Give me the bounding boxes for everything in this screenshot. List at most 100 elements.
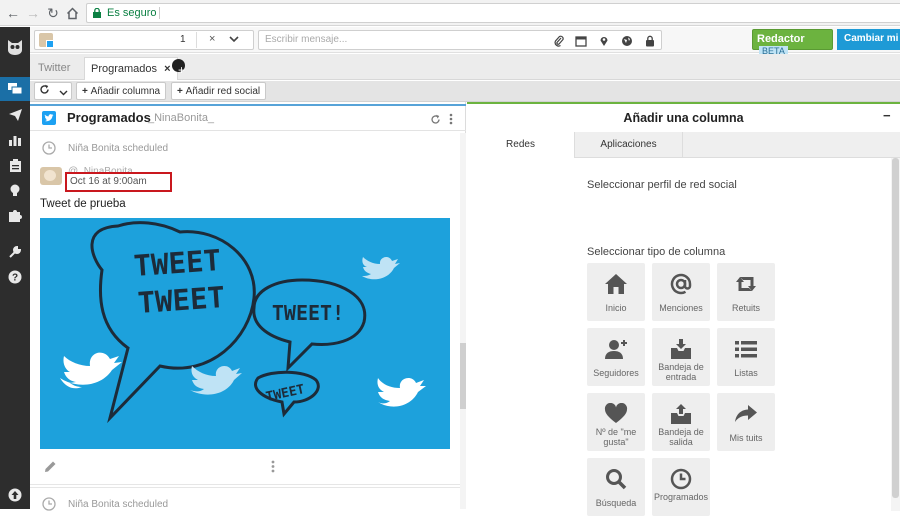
left-sidebar: ? xyxy=(0,27,30,509)
card-menu-icon[interactable] xyxy=(271,460,275,473)
scheduled-date[interactable]: Oct 16 at 9:00am xyxy=(65,172,172,192)
add-network-button[interactable]: + Añadir red social xyxy=(171,82,267,100)
home-icon xyxy=(605,274,627,294)
privacy-lock-icon[interactable] xyxy=(644,35,656,47)
search-icon xyxy=(606,469,627,490)
add-column-button[interactable]: + Añadir columna xyxy=(76,82,167,100)
twitter-icon xyxy=(42,111,56,125)
tile-label: Nº de "me gusta" xyxy=(595,427,637,447)
column-type-menciones[interactable]: Menciones xyxy=(652,263,710,321)
tile-label: Retuits xyxy=(731,303,760,313)
clear-profiles-icon[interactable]: × xyxy=(209,33,215,45)
refresh-streams-button[interactable] xyxy=(34,82,72,100)
tab-redes[interactable]: Redes xyxy=(467,132,575,158)
calendar-icon[interactable] xyxy=(575,35,587,47)
tab-twitter[interactable]: Twitter xyxy=(32,57,76,80)
column-type-inicio[interactable]: Inicio xyxy=(587,263,645,321)
scheduled-message-card[interactable]: Niña Bonita scheduled @_NinaBonita_ Oct … xyxy=(30,133,460,485)
assignments-icon[interactable] xyxy=(0,153,30,177)
scroll-thumb[interactable] xyxy=(460,343,466,409)
profile-count: 1 xyxy=(180,34,186,45)
tweet-text: Tweet de prueba xyxy=(40,198,126,210)
compose-bar: 1 × Escribir mensaje... RedactorBETA Cam… xyxy=(30,27,900,56)
add-column-label: Añadir columna xyxy=(90,86,161,97)
scheduled-message-card[interactable]: Niña Bonita scheduled xyxy=(30,487,460,511)
stream-refresh-icon[interactable] xyxy=(430,114,441,125)
minimize-button[interactable]: − xyxy=(883,108,891,123)
streams-icon[interactable] xyxy=(0,77,30,101)
home-icon[interactable] xyxy=(63,4,81,22)
message-input[interactable]: Escribir mensaje... xyxy=(258,30,662,50)
profile-selector[interactable]: 1 × xyxy=(34,30,254,50)
tweet-illustration: TWEET TWEET TWEET! TWEET xyxy=(60,221,426,424)
chevron-down-icon[interactable] xyxy=(229,34,243,46)
redactor-button[interactable]: RedactorBETA xyxy=(752,29,833,56)
stream-menu-icon[interactable] xyxy=(449,113,453,125)
column-type-bandeja-entrada[interactable]: Bandeja de entrada xyxy=(652,328,710,386)
panel-scroll-thumb[interactable] xyxy=(892,158,899,498)
lock-icon xyxy=(93,8,101,18)
panel-scrollbar[interactable] xyxy=(891,158,900,511)
divider xyxy=(196,32,197,48)
tools-icon[interactable] xyxy=(0,239,30,263)
column-type-retuits[interactable]: Retuits xyxy=(717,263,775,321)
publisher-icon[interactable] xyxy=(0,103,30,127)
tile-label: Seguidores xyxy=(593,368,639,378)
tweet-word-2: TWEET xyxy=(137,280,226,320)
programados-stream: Programados _NinaBonita_ Niña Bonita sch… xyxy=(30,102,466,511)
close-tab-icon[interactable]: × xyxy=(164,63,170,75)
upgrade-icon[interactable] xyxy=(0,483,30,507)
stream-title: Programados xyxy=(67,110,151,125)
at-icon xyxy=(670,273,692,295)
back-icon[interactable]: ← xyxy=(4,4,22,22)
column-type-programados[interactable]: Programados xyxy=(652,458,710,516)
avatar[interactable] xyxy=(40,167,62,185)
column-type-busqueda[interactable]: Búsqueda xyxy=(587,458,645,516)
bird-left xyxy=(60,352,122,389)
twitter-mini-icon xyxy=(46,40,54,48)
tile-label: Búsqueda xyxy=(595,498,637,508)
owl-logo-icon[interactable] xyxy=(0,33,30,61)
switch-button[interactable]: Cambiar mi p xyxy=(837,29,900,50)
add-network-label: Añadir red social xyxy=(185,86,261,97)
forward-icon[interactable]: → xyxy=(24,4,42,22)
analytics-icon[interactable] xyxy=(0,128,30,152)
column-type-bandeja-salida[interactable]: Bandeja de salida xyxy=(652,393,710,451)
add-tab-icon[interactable]: + xyxy=(172,59,185,76)
scheduled-label: Niña Bonita scheduled xyxy=(68,499,169,510)
panel-title: Añadir una columna xyxy=(623,111,744,125)
location-icon[interactable] xyxy=(598,35,610,47)
column-type-me-gusta[interactable]: Nº de "me gusta" xyxy=(587,393,645,451)
url-separator xyxy=(159,7,160,19)
scheduled-label: Niña Bonita scheduled xyxy=(68,143,169,154)
reload-icon[interactable]: ↻ xyxy=(44,4,62,22)
tab-bar: Twitter Programados × + xyxy=(30,54,900,80)
add-column-panel: Añadir una columna − Redes Aplicaciones … xyxy=(467,102,900,516)
apps-puzzle-icon[interactable] xyxy=(0,203,30,227)
share-arrow-icon xyxy=(735,405,757,422)
bird-faint-top xyxy=(362,257,400,280)
tile-label: Programados xyxy=(653,492,709,502)
stream-header: Programados _NinaBonita_ xyxy=(30,104,466,131)
campaigns-icon[interactable] xyxy=(0,178,30,202)
stream-scrollbar[interactable] xyxy=(460,133,466,509)
tab-programados[interactable]: Programados × xyxy=(84,57,178,80)
tweet-image[interactable]: TWEET TWEET TWEET! TWEET xyxy=(40,218,450,449)
panel-tabs: Redes Aplicaciones xyxy=(467,132,900,158)
tab-aplicaciones[interactable]: Aplicaciones xyxy=(575,132,683,158)
help-icon[interactable]: ? xyxy=(0,265,30,289)
address-bar[interactable]: Es seguro xyxy=(86,3,900,23)
globe-icon[interactable] xyxy=(621,35,633,47)
stream-toolbar: + Añadir columna + Añadir red social xyxy=(30,81,900,102)
column-type-seguidores[interactable]: Seguidores xyxy=(587,328,645,386)
attach-icon[interactable] xyxy=(553,35,565,47)
clock-icon xyxy=(670,468,692,490)
heart-icon xyxy=(604,403,628,423)
chevron-down-icon xyxy=(59,88,68,96)
column-type-listas[interactable]: Listas xyxy=(717,328,775,386)
list-icon xyxy=(735,341,757,358)
outbox-icon xyxy=(671,404,691,424)
edit-pencil-icon[interactable] xyxy=(44,460,57,473)
column-type-mis-tuits[interactable]: Mis tuits xyxy=(717,393,775,451)
add-user-icon xyxy=(605,340,627,359)
